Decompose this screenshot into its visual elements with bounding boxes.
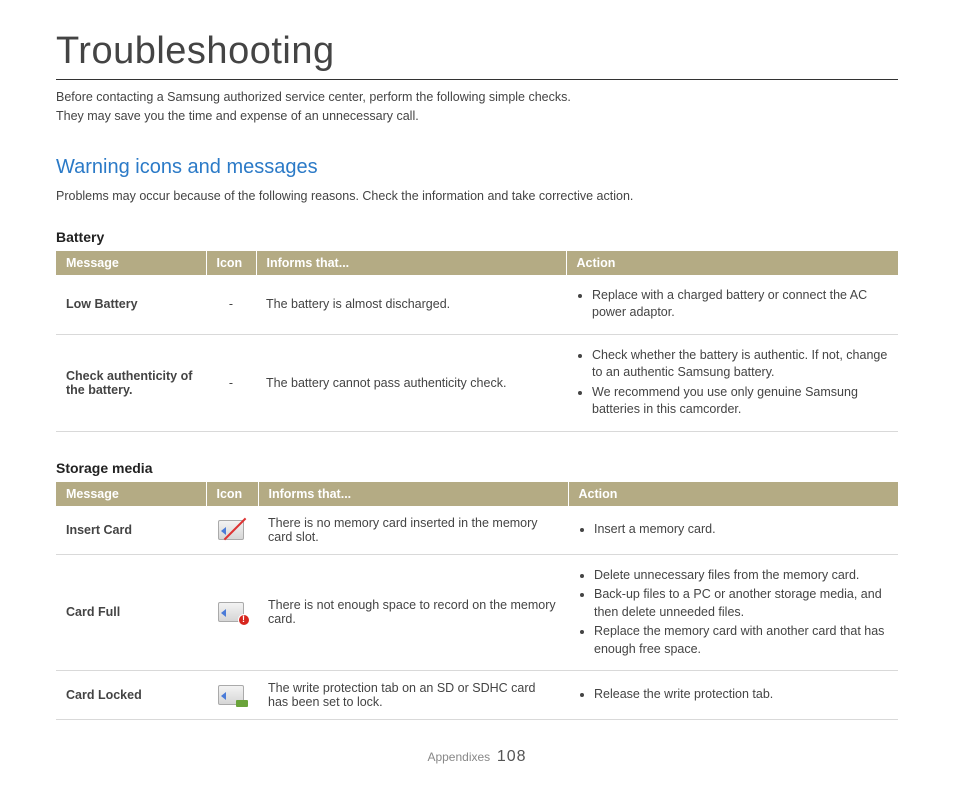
action-item: Replace the memory card with another car…: [594, 623, 888, 658]
table-row: Low Battery - The battery is almost disc…: [56, 275, 898, 335]
action-cell: Insert a memory card.: [568, 506, 898, 555]
action-item: Check whether the battery is authentic. …: [592, 347, 888, 382]
message-cell: Low Battery: [56, 275, 206, 335]
page-number: 108: [497, 748, 527, 765]
th-action: Action: [566, 251, 898, 275]
th-icon: Icon: [206, 482, 258, 506]
action-item: Replace with a charged battery or connec…: [592, 287, 888, 322]
th-informs: Informs that...: [256, 251, 566, 275]
page-intro: Before contacting a Samsung authorized s…: [56, 88, 898, 126]
footer-label: Appendixes: [427, 750, 490, 764]
message-cell: Card Locked: [56, 671, 206, 720]
message-cell: Check authenticity of the battery.: [56, 334, 206, 431]
action-item: Release the write protection tab.: [594, 686, 888, 704]
action-item: Insert a memory card.: [594, 521, 888, 539]
action-cell: Replace with a charged battery or connec…: [566, 275, 898, 335]
action-item: We recommend you use only genuine Samsun…: [592, 384, 888, 419]
intro-line-1: Before contacting a Samsung authorized s…: [56, 90, 571, 104]
battery-heading: Battery: [56, 229, 898, 245]
table-row: Insert Card There is no memory card inse…: [56, 506, 898, 555]
informs-cell: There is not enough space to record on t…: [258, 554, 568, 671]
message-cell: Card Full: [56, 554, 206, 671]
title-divider: [56, 79, 898, 80]
action-cell: Check whether the battery is authentic. …: [566, 334, 898, 431]
informs-cell: The write protection tab on an SD or SDH…: [258, 671, 568, 720]
section-intro: Problems may occur because of the follow…: [56, 189, 898, 203]
battery-table: Message Icon Informs that... Action Low …: [56, 251, 898, 432]
th-action: Action: [568, 482, 898, 506]
th-message: Message: [56, 251, 206, 275]
action-item: Back-up files to a PC or another storage…: [594, 586, 888, 621]
table-row: Card Full There is not enough space to r…: [56, 554, 898, 671]
table-row: Card Locked The write protection tab on …: [56, 671, 898, 720]
section-heading: Warning icons and messages: [56, 156, 898, 179]
icon-cell: [206, 671, 258, 720]
action-cell: Delete unnecessary files from the memory…: [568, 554, 898, 671]
th-icon: Icon: [206, 251, 256, 275]
card-full-icon: [216, 600, 248, 624]
page-footer: Appendixes 108: [56, 748, 898, 766]
card-locked-icon: [216, 683, 248, 707]
action-item: Delete unnecessary files from the memory…: [594, 567, 888, 585]
informs-cell: The battery is almost discharged.: [256, 275, 566, 335]
action-cell: Release the write protection tab.: [568, 671, 898, 720]
icon-cell: -: [206, 334, 256, 431]
intro-line-2: They may save you the time and expense o…: [56, 109, 419, 123]
storage-table: Message Icon Informs that... Action Inse…: [56, 482, 898, 721]
icon-cell: -: [206, 275, 256, 335]
th-informs: Informs that...: [258, 482, 568, 506]
informs-cell: There is no memory card inserted in the …: [258, 506, 568, 555]
insert-card-icon: [216, 518, 248, 542]
table-row: Check authenticity of the battery. - The…: [56, 334, 898, 431]
storage-heading: Storage media: [56, 460, 898, 476]
th-message: Message: [56, 482, 206, 506]
message-cell: Insert Card: [56, 506, 206, 555]
page-title: Troubleshooting: [56, 30, 898, 73]
icon-cell: [206, 506, 258, 555]
informs-cell: The battery cannot pass authenticity che…: [256, 334, 566, 431]
icon-cell: [206, 554, 258, 671]
